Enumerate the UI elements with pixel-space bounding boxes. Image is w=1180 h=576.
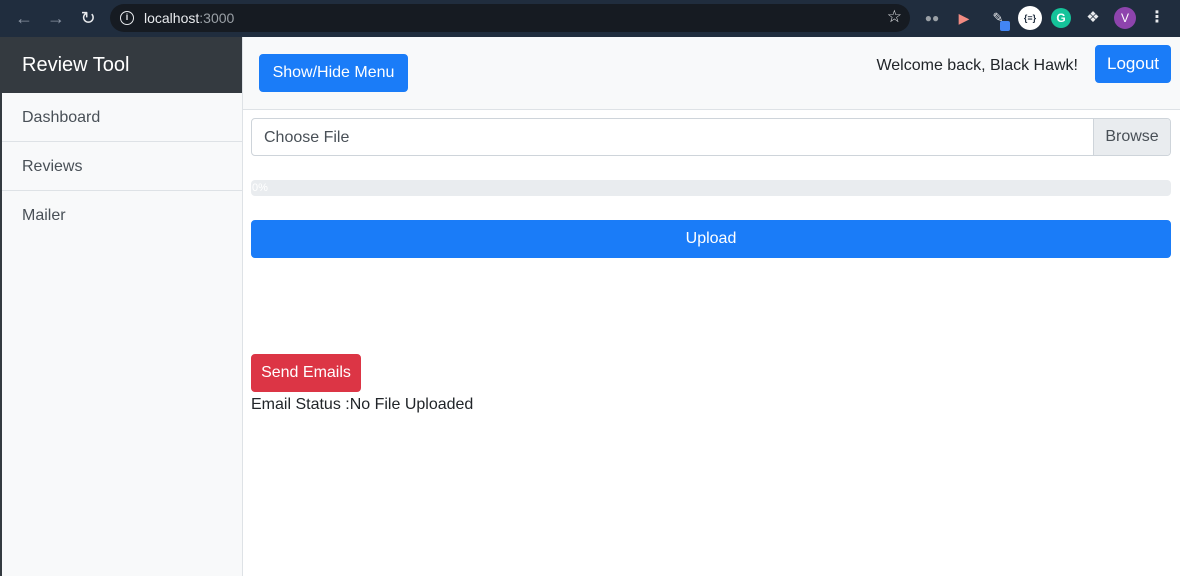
send-emails-button[interactable]: Send Emails bbox=[251, 354, 361, 392]
url-port: :3000 bbox=[199, 10, 235, 26]
bookmark-star-icon[interactable]: ☆ bbox=[887, 7, 902, 27]
upload-button[interactable]: Upload bbox=[251, 220, 1171, 258]
file-input-label: Choose File bbox=[264, 129, 350, 146]
sidebar-item-dashboard[interactable]: Dashboard bbox=[0, 93, 242, 142]
url-text: localhost:3000 bbox=[144, 10, 234, 26]
profile-avatar[interactable]: V bbox=[1114, 7, 1136, 29]
email-status-label: Email Status : bbox=[251, 396, 350, 413]
kebab-menu-icon[interactable]: ⋮ bbox=[1147, 8, 1167, 28]
glasses-extension-icon[interactable]: ●● bbox=[922, 8, 942, 28]
welcome-message: Welcome back, Black Hawk! bbox=[876, 57, 1078, 74]
email-status: Email Status :No File Uploaded bbox=[251, 396, 473, 414]
site-info-icon[interactable]: i bbox=[120, 11, 134, 25]
back-arrow-icon[interactable]: ← bbox=[13, 7, 35, 29]
sidebar-title: Review Tool bbox=[0, 37, 242, 93]
upload-progress-text: 0% bbox=[252, 182, 268, 194]
extensions-puzzle-icon[interactable]: ❖ bbox=[1083, 8, 1103, 28]
reload-icon[interactable]: ↻ bbox=[77, 7, 99, 29]
sidebar-item-mailer[interactable]: Mailer bbox=[0, 191, 242, 240]
sidebar: Review Tool Dashboard Reviews Mailer bbox=[0, 37, 243, 576]
logout-button[interactable]: Logout bbox=[1095, 45, 1171, 83]
top-navbar: Show/Hide Menu Welcome back, Black Hawk!… bbox=[243, 37, 1180, 110]
browse-button[interactable]: Browse bbox=[1093, 119, 1170, 155]
file-input[interactable]: Choose File Browse bbox=[251, 118, 1171, 156]
forward-arrow-icon[interactable]: → bbox=[45, 7, 67, 29]
upload-progress: 0% bbox=[251, 180, 1171, 196]
address-bar[interactable]: i localhost:3000 ☆ bbox=[110, 4, 910, 32]
toggle-menu-button[interactable]: Show/Hide Menu bbox=[259, 54, 408, 92]
url-host: localhost bbox=[144, 10, 200, 26]
browser-toolbar: ← → ↻ i localhost:3000 ☆ ●● ▶ ✎ {≡} G ❖ … bbox=[0, 0, 1180, 37]
sidebar-item-reviews[interactable]: Reviews bbox=[0, 142, 242, 191]
eyedropper-badge bbox=[1000, 21, 1010, 31]
record-extension-icon[interactable]: ▶ bbox=[954, 8, 974, 28]
json-extension-icon[interactable]: {≡} bbox=[1018, 6, 1042, 30]
grammarly-icon[interactable]: G bbox=[1051, 8, 1071, 28]
email-status-value: No File Uploaded bbox=[349, 396, 474, 413]
